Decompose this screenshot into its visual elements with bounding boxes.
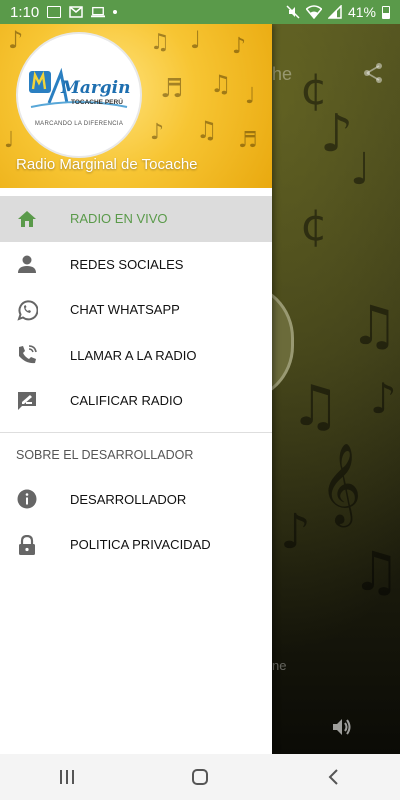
home-icon bbox=[16, 208, 38, 230]
drawer-title: Radio Marginal de Tocache bbox=[16, 156, 198, 173]
music-note-icon: ♪ bbox=[150, 120, 165, 145]
drawer-menu: RADIO EN VIVO REDES SOCIALES CHAT WHATSA… bbox=[0, 188, 272, 424]
home-circle-icon bbox=[191, 769, 208, 785]
whatsapp-icon bbox=[16, 299, 38, 321]
volume-icon[interactable] bbox=[330, 716, 352, 738]
back-button[interactable] bbox=[303, 754, 363, 800]
menu-item-label: CALIFICAR RADIO bbox=[70, 393, 183, 409]
music-note-icon: ♫ bbox=[150, 30, 170, 55]
menu-item-redes-sociales[interactable]: REDES SOCIALES bbox=[0, 242, 272, 288]
music-note-icon: ♪ bbox=[232, 34, 247, 59]
recents-button[interactable] bbox=[37, 754, 97, 800]
music-note-icon: ♪ bbox=[320, 104, 354, 164]
music-note-icon: ♪ bbox=[370, 374, 397, 423]
menu-item-label: RADIO EN VIVO bbox=[70, 211, 168, 227]
logo-subtext: TOCACHE PERÚ bbox=[71, 97, 123, 106]
background-title: he bbox=[272, 64, 293, 84]
menu-item-llamar-a-la-radio[interactable]: LLAMAR A LA RADIO bbox=[0, 333, 272, 379]
menu-item-radio-en-vivo[interactable]: RADIO EN VIVO bbox=[0, 196, 272, 242]
dot-icon bbox=[113, 10, 118, 14]
menu-item-label: CHAT WHATSAPP bbox=[70, 302, 180, 318]
drawer-header: ♪ ♫ ♩ ♪ ♬ ♫ ♩ ♪ ♫ ♬ ♩ Marginal TOCACHE P… bbox=[0, 24, 272, 188]
background-subtitle: ne bbox=[272, 658, 287, 673]
signal-icon bbox=[327, 5, 342, 19]
share-icon[interactable] bbox=[362, 62, 384, 84]
menu-item-politica-privacidad[interactable]: POLITICA PRIVACIDAD bbox=[0, 522, 272, 568]
logo-mark: Marginal TOCACHE PERÚ bbox=[29, 67, 131, 108]
menu-item-desarrollador[interactable]: DESARROLLADOR bbox=[0, 477, 272, 523]
mail-icon bbox=[69, 6, 83, 18]
music-note-icon: ♩ bbox=[245, 84, 256, 109]
person-icon bbox=[16, 253, 38, 275]
section-title: SOBRE EL DESARROLLADOR bbox=[16, 447, 194, 462]
info-icon bbox=[16, 488, 38, 510]
lock-icon bbox=[16, 534, 38, 556]
mute-icon bbox=[286, 5, 300, 19]
menu-item-label: POLITICA PRIVACIDAD bbox=[70, 537, 211, 553]
image-icon bbox=[47, 6, 62, 18]
music-note-icon: ♪ bbox=[8, 26, 24, 54]
phone-ring-icon bbox=[16, 344, 38, 366]
rate-review-icon bbox=[16, 390, 38, 412]
menu-item-label: DESARROLLADOR bbox=[70, 491, 187, 507]
music-note-icon: ♪ bbox=[280, 504, 311, 560]
music-note-icon: ♩ bbox=[190, 26, 202, 54]
music-note-icon: ♬ bbox=[238, 128, 258, 153]
developer-menu: DESARROLLADOR POLITICA PRIVACIDAD bbox=[0, 477, 272, 568]
wifi-icon bbox=[305, 5, 322, 19]
station-logo: Marginal TOCACHE PERÚ MARCANDO LA DIFERE… bbox=[16, 32, 142, 158]
system-nav-bar bbox=[0, 754, 400, 800]
home-button[interactable] bbox=[170, 754, 230, 800]
logo-tagline: MARCANDO LA DIFERENCIA bbox=[34, 121, 124, 127]
navigation-drawer: ♪ ♫ ♩ ♪ ♬ ♫ ♩ ♪ ♫ ♬ ♩ Marginal TOCACHE P… bbox=[0, 24, 272, 754]
music-note-icon: ♫ bbox=[352, 540, 400, 603]
music-note-icon: ♩ bbox=[350, 144, 371, 195]
music-note-icon: ♬ bbox=[160, 74, 184, 104]
menu-item-label: LLAMAR A LA RADIO bbox=[70, 347, 197, 363]
menu-item-label: REDES SOCIALES bbox=[70, 256, 184, 272]
laptop-icon bbox=[91, 6, 106, 18]
battery-icon bbox=[382, 5, 390, 19]
menu-item-chat-whatsapp[interactable]: CHAT WHATSAPP bbox=[0, 287, 272, 333]
menu-item-calificar-radio[interactable]: CALIFICAR RADIO bbox=[0, 378, 272, 424]
battery-percent: 41% bbox=[347, 4, 376, 20]
treble-clef-icon: 𝄞 bbox=[320, 442, 362, 524]
music-note-icon: ♫ bbox=[350, 294, 399, 357]
music-note-icon: ♫ bbox=[290, 374, 341, 439]
music-note-icon: ♫ bbox=[196, 116, 218, 144]
status-bar: 1:10 41% bbox=[0, 0, 400, 24]
music-note-icon: ¢ bbox=[300, 200, 328, 251]
music-note-icon: ♩ bbox=[4, 128, 15, 153]
back-icon bbox=[328, 769, 339, 785]
status-time: 1:10 bbox=[10, 3, 40, 21]
music-note-icon: ♫ bbox=[210, 70, 232, 98]
logo-text: Marginal bbox=[60, 78, 131, 98]
recents-icon bbox=[59, 770, 74, 784]
